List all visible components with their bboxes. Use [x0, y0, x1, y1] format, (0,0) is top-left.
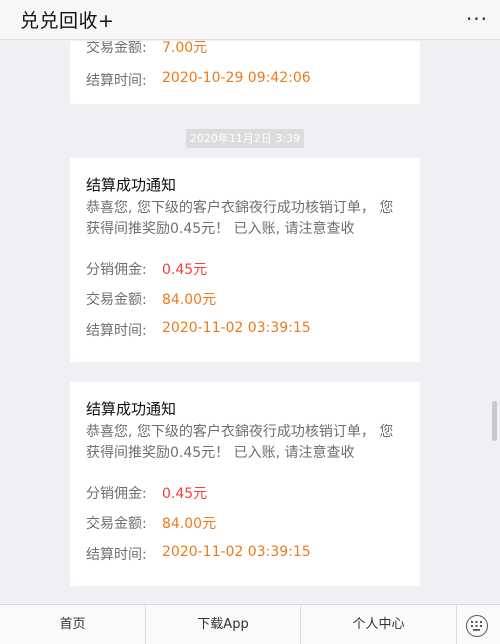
message-card[interactable]: 结算成功通知 恭喜您, 您下级的客户衣錦夜行成功核销订单， 您获得间推奖励0.4…: [70, 382, 420, 586]
amount-value: 84.00元: [162, 292, 217, 308]
app-title: 兑兑回收+: [20, 10, 115, 32]
keyboard-toggle-icon[interactable]: [466, 615, 488, 637]
commission-value: 0.45元: [162, 486, 208, 502]
bottom-menu: 首页 下载App 个人中心: [0, 604, 500, 644]
time-label: 结算时间:: [86, 73, 147, 89]
menu-download-app[interactable]: 下载App: [146, 605, 300, 644]
amount-label: 交易金额:: [86, 292, 147, 308]
time-value: 2020-11-02 03:39:15: [162, 544, 311, 560]
menu-divider: [456, 605, 457, 644]
commission-label: 分销佣金:: [86, 262, 147, 278]
card-description: 恭喜您, 您下级的客户衣錦夜行成功核销订单， 您获得间推奖励0.45元！ 已入账…: [86, 200, 394, 237]
amount-label: 交易金额:: [86, 516, 147, 532]
card-description: 恭喜您, 您下级的客户衣錦夜行成功核销订单， 您获得间推奖励0.45元！ 已入账…: [86, 424, 394, 461]
more-options-icon[interactable]: ···: [462, 6, 492, 32]
message-card[interactable]: 结算成功通知 恭喜您, 您下级的客户衣錦夜行成功核销订单， 您获得间推奖励0.4…: [70, 158, 420, 362]
timestamp-chip: 2020年11月2日 3:39: [186, 129, 304, 148]
title-bar: 兑兑回收+ ···: [0, 0, 500, 40]
time-value: 2020-10-29 09:42:06: [162, 70, 311, 86]
amount-value: 84.00元: [162, 516, 217, 532]
card-title: 结算成功通知: [86, 176, 177, 194]
amount-label: 交易金额:: [86, 41, 147, 56]
menu-home[interactable]: 首页: [0, 605, 145, 644]
commission-label: 分销佣金:: [86, 486, 147, 502]
time-value: 2020-11-02 03:39:15: [162, 320, 311, 336]
commission-value: 0.45元: [162, 262, 208, 278]
message-card-partial: 交易金额: 7.00元 结算时间: 2020-10-29 09:42:06: [70, 41, 420, 104]
menu-profile[interactable]: 个人中心: [301, 605, 456, 644]
time-label: 结算时间:: [86, 323, 147, 339]
time-label: 结算时间:: [86, 547, 147, 563]
message-feed[interactable]: 交易金额: 7.00元 结算时间: 2020-10-29 09:42:06 20…: [0, 41, 500, 604]
card-title: 结算成功通知: [86, 400, 177, 418]
amount-value: 7.00元: [162, 41, 208, 56]
scrollbar-thumb[interactable]: [492, 401, 497, 441]
